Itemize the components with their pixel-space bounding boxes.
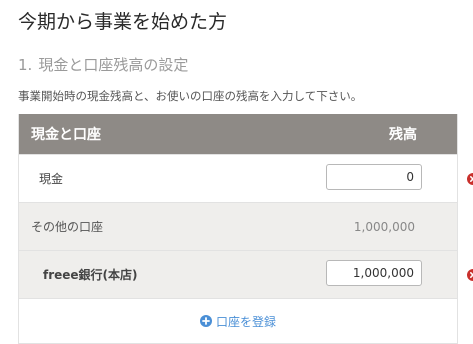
register-account-button[interactable]: 口座を登録 [199,313,276,330]
cash-label: 現金 [39,172,64,186]
plus-circle-icon [199,315,212,327]
bank-amount-input[interactable] [326,260,422,286]
section-number: 1. [18,56,33,74]
section-heading: 1. 現金と口座残高の設定 [18,54,188,76]
table-header: 現金と口座 残高 [19,114,457,154]
section-heading-text: 現金と口座残高の設定 [38,56,189,74]
remove-icon[interactable] [467,173,473,185]
bank-account-row: freee銀行(本店) [19,250,473,298]
other-accounts-label: その他の口座 [31,220,104,234]
header-accounts: 現金と口座 [31,127,101,143]
register-row: 口座を登録 [19,298,457,343]
other-accounts-total: 1,000,000 [353,219,415,234]
cash-amount-input[interactable] [326,164,422,190]
page-title: 今期から事業を始めた方 [18,11,228,33]
other-accounts-row: その他の口座 1,000,000 [19,202,457,250]
balance-table: 現金と口座 残高 現金 その他の口座 1,000,000 freee銀行(本店)… [18,114,473,344]
remove-icon[interactable] [467,269,473,281]
header-balance: 残高 [389,127,417,143]
register-account-label: 口座を登録 [215,314,276,329]
bank-account-label: freee銀行(本店) [43,268,138,282]
cash-row: 現金 [19,154,473,202]
section-description: 事業開始時の現金残高と、お使いの口座の残高を入力して下さい。 [18,89,363,103]
